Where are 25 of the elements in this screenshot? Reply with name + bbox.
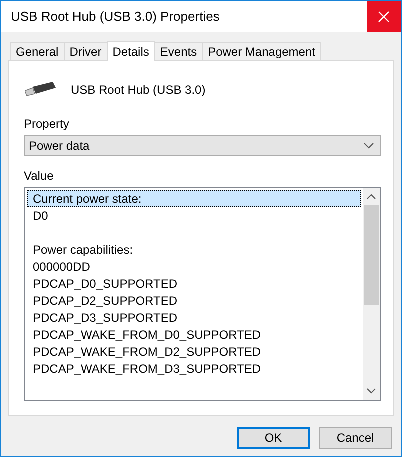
property-dropdown[interactable]: Power data xyxy=(24,135,381,156)
property-label: Property xyxy=(24,117,70,131)
device-name: USB Root Hub (USB 3.0) xyxy=(71,83,206,97)
tab[interactable]: General xyxy=(10,42,65,60)
list-item[interactable]: Current power state: xyxy=(27,190,361,207)
list-item[interactable]: PDCAP_WAKE_FROM_D0_SUPPORTED xyxy=(27,326,361,343)
value-label: Value xyxy=(24,169,55,183)
close-button[interactable] xyxy=(367,1,401,32)
list-item[interactable]: 000000DD xyxy=(27,258,361,275)
tab[interactable]: Power Management xyxy=(202,42,322,60)
list-item[interactable]: PDCAP_WAKE_FROM_D2_SUPPORTED xyxy=(27,343,361,360)
list-item[interactable]: PDCAP_D2_SUPPORTED xyxy=(27,292,361,309)
list-item[interactable]: Power capabilities: xyxy=(27,241,361,258)
ok-button[interactable]: OK xyxy=(237,427,310,449)
list-item[interactable]: PDCAP_D0_SUPPORTED xyxy=(27,275,361,292)
chevron-down-icon xyxy=(364,142,374,148)
close-icon xyxy=(378,10,390,22)
tab[interactable]: Details xyxy=(106,41,156,61)
window-title: USB Root Hub (USB 3.0) Properties xyxy=(10,9,220,24)
scrollbar[interactable] xyxy=(363,188,380,400)
cancel-button[interactable]: Cancel xyxy=(319,427,392,449)
usb-plug-icon xyxy=(25,82,57,98)
list-item[interactable]: PDCAP_D3_SUPPORTED xyxy=(27,309,361,326)
list-item[interactable]: D0 xyxy=(27,207,361,224)
list-item[interactable]: PDCAP_WAKE_FROM_D3_SUPPORTED xyxy=(27,360,361,377)
